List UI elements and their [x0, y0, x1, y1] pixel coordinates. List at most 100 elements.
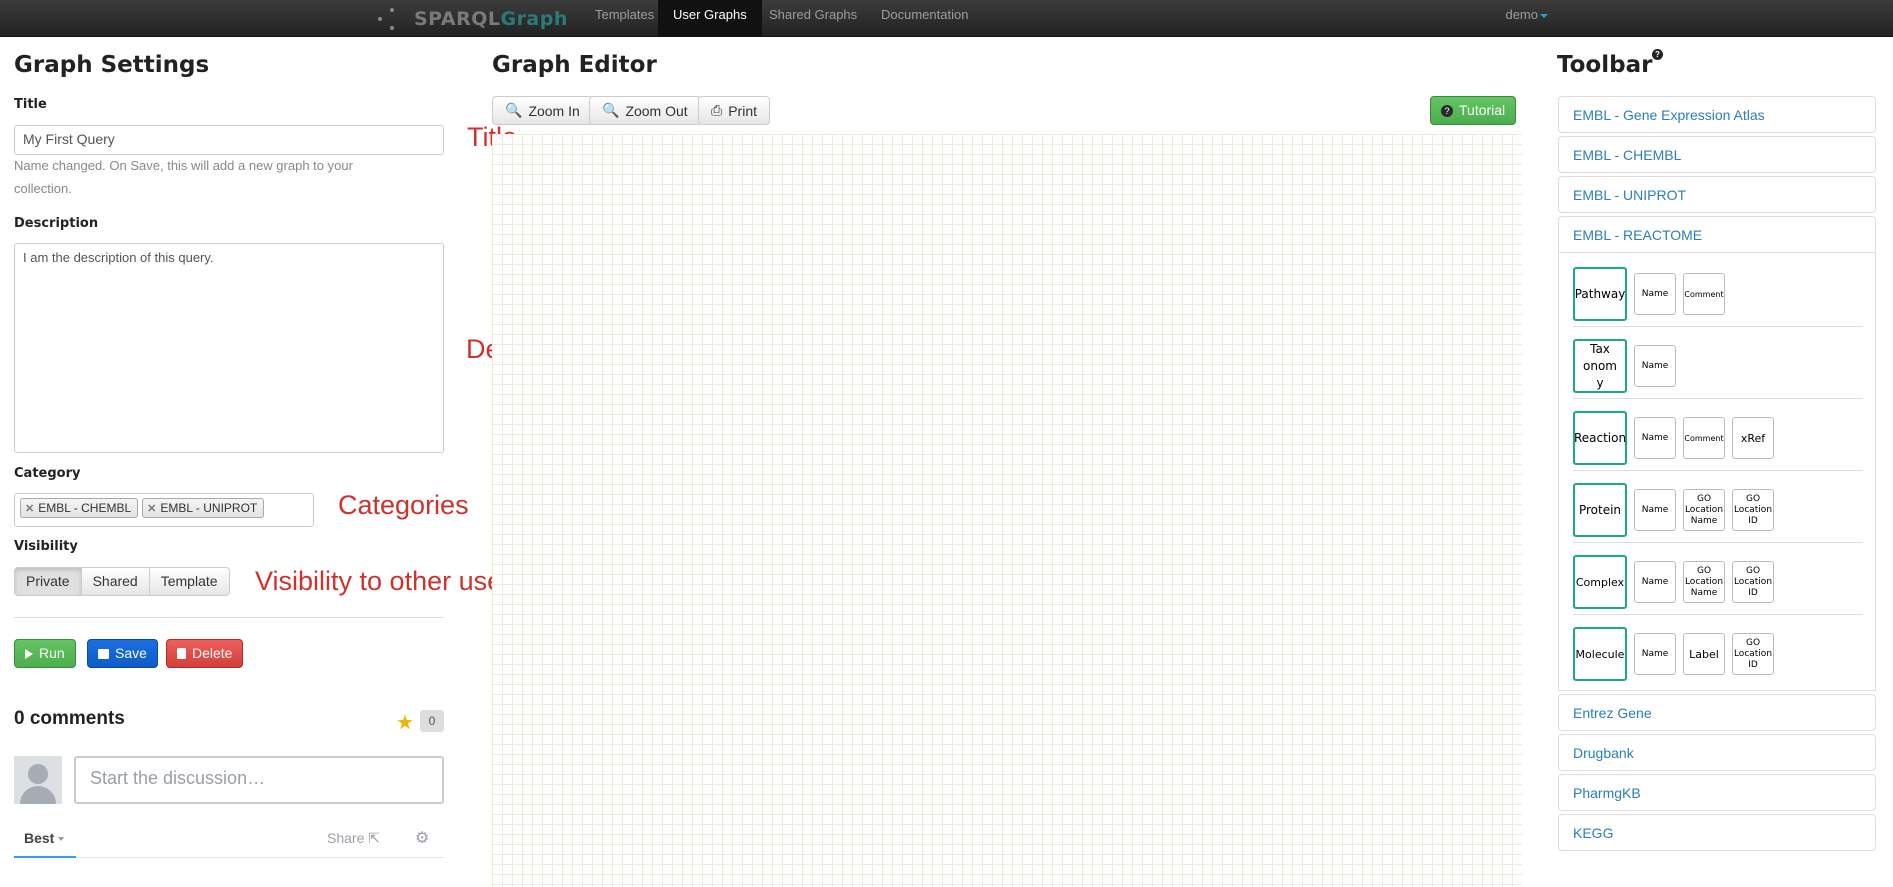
graph-canvas[interactable]	[492, 134, 1522, 887]
prop-name[interactable]: Name	[1634, 561, 1676, 603]
toolbar-item-drugbank[interactable]: Drugbank	[1558, 734, 1876, 771]
editor-heading: Graph Editor	[492, 52, 657, 78]
nav-shared-graphs[interactable]: Shared Graphs	[754, 0, 872, 37]
visibility-label: Visibility	[14, 539, 78, 554]
visibility-template-button[interactable]: Template	[149, 567, 230, 596]
share-button[interactable]: Share ⇱	[327, 830, 380, 847]
tutorial-label: Tutorial	[1459, 102, 1506, 118]
nav-documentation[interactable]: Documentation	[866, 0, 983, 37]
visibility-toggle-group: Private Shared Template	[14, 567, 230, 596]
delete-button-label: Delete	[192, 645, 233, 661]
remove-tag-icon[interactable]: ✕	[147, 503, 156, 515]
prop-go-location-name[interactable]: GO Location Name	[1683, 489, 1725, 531]
divider	[1573, 326, 1863, 327]
zoom-in-button[interactable]: 🔍 Zoom In	[492, 96, 593, 125]
prop-go-location-id[interactable]: GO Location ID	[1732, 489, 1774, 531]
prop-comment[interactable]: Comment	[1683, 273, 1725, 315]
toolbar-item-uniprot[interactable]: EMBL - UNIPROT	[1558, 176, 1876, 213]
settings-gear-icon[interactable]: ⚙	[415, 828, 429, 848]
sort-label: Best	[24, 830, 55, 846]
star-count-badge: 0	[420, 710, 444, 732]
tutorial-button[interactable]: ? Tutorial	[1430, 96, 1517, 125]
reactome-panel: Pathway Name Comment Tax onomy Name Reac…	[1558, 253, 1876, 691]
divider	[1573, 470, 1863, 471]
node-protein[interactable]: Protein	[1573, 483, 1627, 537]
trash-icon	[177, 648, 186, 659]
category-select[interactable]: ✕ EMBL - CHEMBL ✕ EMBL - UNIPROT	[14, 493, 314, 527]
prop-name[interactable]: Name	[1634, 489, 1676, 531]
node-pathway[interactable]: Pathway	[1573, 267, 1627, 321]
prop-name[interactable]: Name	[1634, 417, 1676, 459]
node-complex[interactable]: Complex	[1573, 555, 1627, 609]
user-menu[interactable]: demo	[1505, 0, 1548, 30]
prop-name[interactable]: Name	[1634, 273, 1676, 315]
comments-count: 0 comments	[14, 708, 125, 729]
chevron-down-icon	[58, 837, 65, 842]
run-button[interactable]: Run	[14, 639, 76, 668]
category-label: Category	[14, 466, 81, 481]
toolbar-item-kegg[interactable]: KEGG	[1558, 814, 1876, 851]
divider	[1573, 542, 1863, 543]
logo-dots-icon	[378, 6, 408, 32]
run-button-label: Run	[39, 645, 65, 661]
share-icon: ⇱	[368, 830, 380, 846]
delete-button[interactable]: Delete	[166, 639, 244, 668]
annotation-categories: Categories	[338, 490, 469, 520]
share-label: Share	[327, 830, 365, 846]
zoom-in-icon: 🔍	[505, 102, 523, 118]
nav-templates[interactable]: Templates	[580, 0, 669, 37]
user-name: demo	[1505, 7, 1538, 22]
toolbar-item-entrez-gene[interactable]: Entrez Gene	[1558, 694, 1876, 731]
brand-name-part2: Graph	[500, 8, 568, 30]
toolbar-item-chembl[interactable]: EMBL - CHEMBL	[1558, 136, 1876, 173]
print-label: Print	[728, 102, 757, 119]
prop-go-location-name[interactable]: GO Location Name	[1683, 561, 1725, 603]
sort-best-tab[interactable]: Best	[14, 830, 76, 858]
avatar	[14, 756, 62, 804]
prop-go-location-id[interactable]: GO Location ID	[1732, 633, 1774, 675]
toolbar-item-pharmgkb[interactable]: PharmgKB	[1558, 774, 1876, 811]
category-tag[interactable]: ✕ EMBL - UNIPROT	[142, 498, 265, 518]
print-icon: ⎙	[711, 102, 723, 118]
zoom-out-icon: 🔍	[602, 102, 620, 118]
node-row: Pathway Name Comment	[1573, 263, 1863, 323]
description-textarea[interactable]: I am the description of this query.	[14, 243, 444, 453]
top-navbar: SPARQLGraph Templates User Graphs Shared…	[0, 0, 1893, 37]
prop-name[interactable]: Name	[1634, 345, 1676, 387]
node-taxonomy-label: Tax onomy	[1583, 341, 1617, 390]
prop-name[interactable]: Name	[1634, 633, 1676, 675]
zoom-out-button[interactable]: 🔍 Zoom Out	[589, 96, 701, 125]
title-input[interactable]: My First Query	[14, 125, 444, 155]
description-label: Description	[14, 216, 99, 231]
zoom-out-label: Zoom Out	[625, 102, 688, 119]
toolbar-item-gene-expression-atlas[interactable]: EMBL - Gene Expression Atlas	[1558, 96, 1876, 133]
save-button[interactable]: Save	[87, 639, 158, 668]
remove-tag-icon[interactable]: ✕	[25, 503, 34, 515]
node-molecule[interactable]: Molecule	[1573, 627, 1627, 681]
help-icon: ?	[1441, 104, 1453, 117]
prop-xref[interactable]: xRef	[1732, 417, 1774, 459]
play-icon	[25, 648, 33, 659]
print-button[interactable]: ⎙ Print	[698, 96, 770, 125]
help-icon[interactable]: ?	[1652, 49, 1663, 60]
toolbar-heading: Toolbar	[1557, 52, 1653, 78]
node-taxonomy[interactable]: Tax onomy	[1573, 339, 1627, 393]
prop-label[interactable]: Label	[1683, 633, 1725, 675]
node-reaction[interactable]: Reaction	[1573, 411, 1627, 465]
brand-logo[interactable]: SPARQLGraph	[378, 6, 568, 32]
prop-comment[interactable]: Comment	[1683, 417, 1725, 459]
prop-go-location-id[interactable]: GO Location ID	[1732, 561, 1774, 603]
comment-input[interactable]: Start the discussion…	[74, 756, 444, 804]
toolbar-item-reactome[interactable]: EMBL - REACTOME	[1558, 216, 1876, 253]
visibility-shared-button[interactable]: Shared	[81, 567, 150, 596]
node-row: Reaction Name Comment xRef	[1573, 407, 1863, 467]
category-tag-label: EMBL - UNIPROT	[160, 501, 258, 515]
divider	[1573, 398, 1863, 399]
save-icon	[98, 648, 109, 659]
star-icon[interactable]: ★	[396, 710, 414, 735]
settings-heading: Graph Settings	[14, 52, 210, 78]
nav-user-graphs[interactable]: User Graphs	[658, 0, 762, 37]
title-label: Title	[14, 97, 47, 112]
category-tag[interactable]: ✕ EMBL - CHEMBL	[20, 498, 139, 518]
visibility-private-button[interactable]: Private	[14, 567, 82, 596]
